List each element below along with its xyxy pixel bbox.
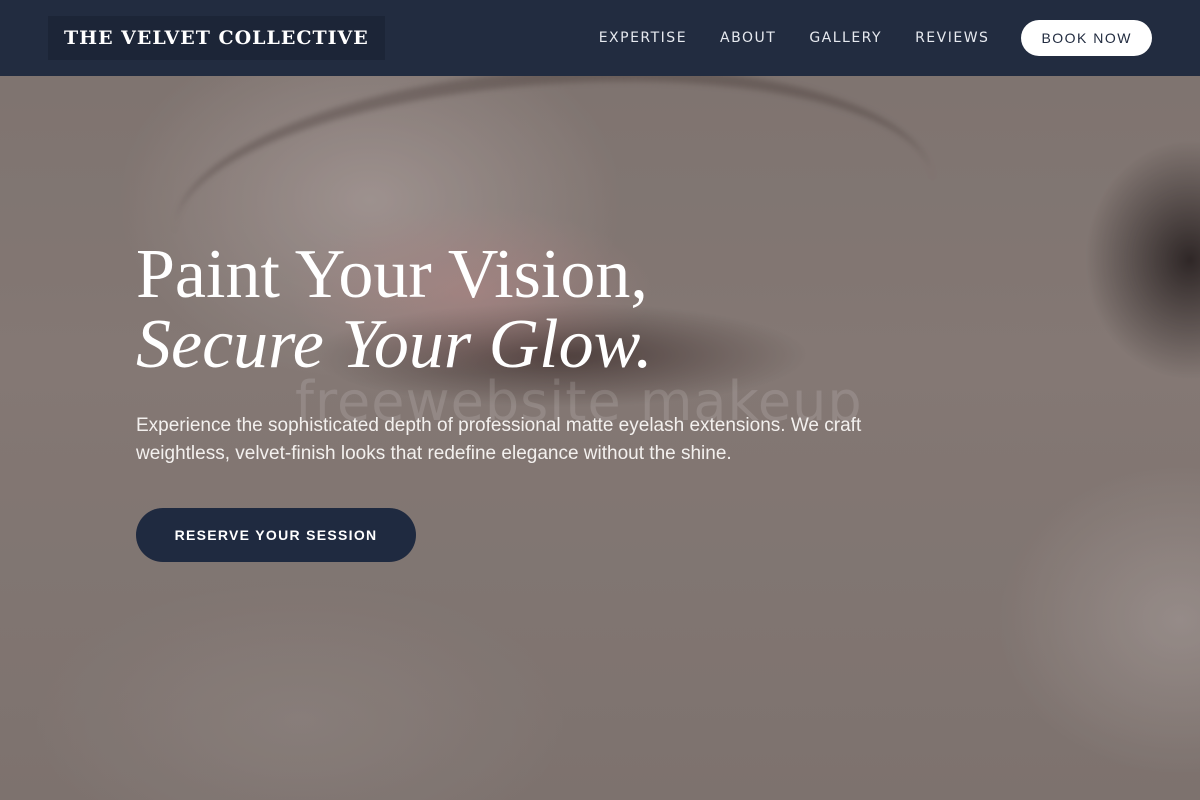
reserve-session-button[interactable]: RESERVE YOUR SESSION: [136, 508, 416, 562]
headline-line-1: Paint Your Vision,: [136, 236, 648, 313]
hero-headline: Paint Your Vision, Secure Your Glow.: [136, 240, 936, 380]
book-now-button[interactable]: BOOK NOW: [1021, 20, 1152, 56]
hero-subtext: Experience the sophisticated depth of pr…: [136, 415, 862, 464]
nav-link-expertise[interactable]: EXPERTISE: [599, 30, 687, 46]
main-nav: EXPERTISE ABOUT GALLERY REVIEWS BOOK NOW: [599, 20, 1152, 56]
headline-line-2: Secure Your Glow.: [136, 306, 653, 383]
site-header: THE VELVET COLLECTIVE EXPERTISE ABOUT GA…: [0, 0, 1200, 76]
hero-section: Paint Your Vision, Secure Your Glow. Exp…: [136, 240, 936, 562]
nav-link-about[interactable]: ABOUT: [720, 30, 776, 46]
nav-link-gallery[interactable]: GALLERY: [809, 30, 882, 46]
brand-logo[interactable]: THE VELVET COLLECTIVE: [48, 16, 385, 60]
page: freewebsite makeup THE VELVET COLLECTIVE…: [0, 0, 1200, 800]
nav-link-reviews[interactable]: REVIEWS: [915, 30, 989, 46]
